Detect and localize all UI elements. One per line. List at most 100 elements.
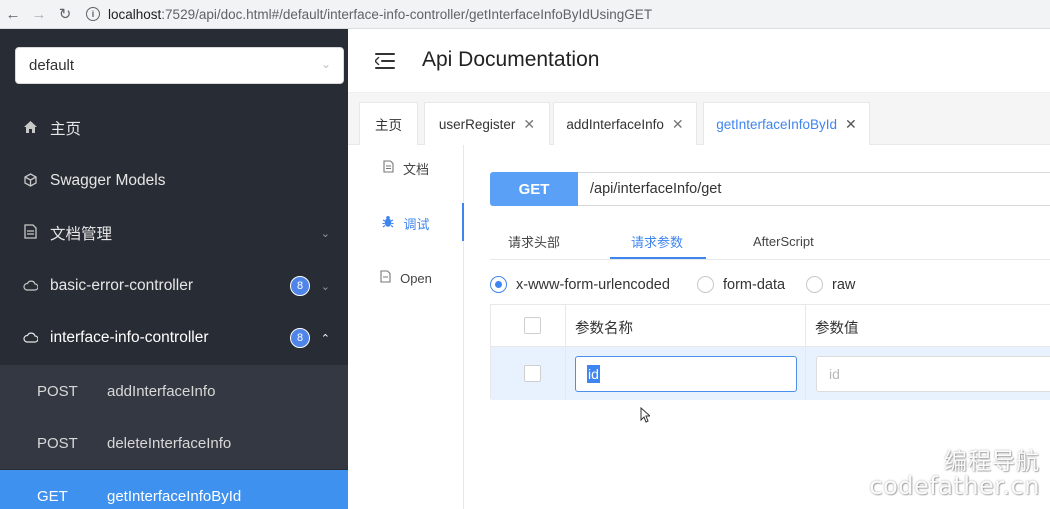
body-type-radio-group: x-www-form-urlencoded form-data raw: [490, 273, 1050, 297]
tab-label: userRegister: [438, 116, 516, 132]
table-row: id id: [491, 347, 1050, 400]
chevron-down-icon: ⌄: [320, 57, 331, 71]
subtab-afterscript[interactable]: AfterScript: [753, 222, 814, 260]
row-checkbox[interactable]: [524, 365, 541, 382]
bug-icon: [382, 215, 394, 231]
chevron-down-icon: ⌄: [320, 227, 330, 240]
sidebar: default ⌄ 主页 Swagger Models 文档管理 ⌄ basic…: [0, 29, 348, 509]
tab-bar: 主页 userRegister ✕ addInterfaceInfo ✕ get…: [348, 93, 1050, 145]
count-badge: 8: [290, 328, 310, 348]
document-icon: [383, 160, 394, 176]
operation-item[interactable]: POST deleteInterfaceInfo: [0, 417, 348, 469]
sidebar-item-label: 文档管理: [50, 226, 113, 243]
http-method: POST: [37, 382, 78, 400]
operation-name: getInterfaceInfoById: [107, 487, 242, 505]
request-path-input[interactable]: /api/interfaceInfo/get: [578, 172, 1050, 206]
sidebar-item-swagger-models[interactable]: Swagger Models: [0, 155, 348, 207]
reload-button[interactable]: ↻: [52, 0, 78, 29]
tab-add-interface-info[interactable]: addInterfaceInfo ✕: [553, 102, 697, 145]
side-tab-label: 调试: [403, 216, 430, 232]
http-method: GET: [37, 487, 68, 505]
group-select[interactable]: default ⌄: [15, 47, 344, 84]
document-icon: [23, 224, 37, 242]
radio-urlencoded[interactable]: x-www-form-urlencoded: [490, 276, 670, 293]
watermark-text: 编程导航: [944, 449, 1040, 475]
tab-user-register[interactable]: userRegister ✕: [424, 102, 550, 145]
side-tab-open[interactable]: Open: [348, 258, 464, 298]
active-tab-indicator: [462, 203, 464, 241]
cloud-icon: [23, 279, 39, 294]
sidebar-item-doc-management[interactable]: 文档管理 ⌄: [0, 207, 348, 259]
close-icon[interactable]: ✕: [845, 116, 857, 133]
side-tabs: 文档 调试 Open: [348, 145, 464, 509]
tab-label: addInterfaceInfo: [566, 116, 664, 132]
request-url-row: GET /api/interfaceInfo/get: [490, 172, 1050, 206]
operation-item[interactable]: POST addInterfaceInfo: [0, 365, 348, 417]
sidebar-item-label: 主页: [50, 121, 82, 138]
subtab-params[interactable]: 请求参数: [631, 222, 683, 260]
table-header: 参数名称 参数值: [491, 305, 1050, 347]
request-sub-tabs: 请求头部 请求参数 AfterScript: [490, 222, 1050, 260]
home-icon: [23, 120, 37, 136]
param-name-input[interactable]: id: [575, 356, 797, 392]
close-icon[interactable]: ✕: [523, 116, 535, 133]
page-title: Api Documentation: [422, 48, 600, 71]
file-icon: [380, 270, 391, 286]
subtab-headers[interactable]: 请求头部: [508, 222, 560, 260]
mouse-cursor-icon: [640, 407, 650, 423]
radio-circle[interactable]: [806, 276, 823, 293]
radio-label: form-data: [723, 276, 786, 293]
page-header: Api Documentation: [348, 29, 1050, 93]
tab-label: 主页: [375, 118, 402, 133]
count-badge: 8: [290, 276, 310, 296]
radio-form-data[interactable]: form-data: [697, 276, 785, 293]
operation-item-active[interactable]: GET getInterfaceInfoById: [0, 470, 348, 509]
side-tab-label: 文档: [402, 161, 429, 177]
browser-toolbar: ← → ↻ i localhost:7529/api/doc.html#/def…: [0, 0, 1050, 29]
cloud-icon: [23, 331, 39, 346]
url-text: localhost:7529/api/doc.html#/default/int…: [108, 7, 652, 22]
menu-toggle-icon[interactable]: [375, 51, 397, 71]
tab-get-interface-info-by-id[interactable]: getInterfaceInfoById ✕: [703, 102, 870, 145]
sidebar-item-basic-error-controller[interactable]: basic-error-controller 8 ⌄: [0, 260, 348, 312]
url-path: :7529/api/doc.html#/default/interface-in…: [161, 6, 653, 22]
column-divider: [805, 305, 806, 400]
url-host: localhost: [108, 6, 162, 22]
radio-circle[interactable]: [697, 276, 714, 293]
column-divider: [565, 305, 566, 400]
sidebar-item-label: Swagger Models: [50, 172, 166, 189]
tab-label: getInterfaceInfoById: [716, 116, 838, 132]
chevron-down-icon: ⌄: [320, 280, 330, 293]
side-tab-label: Open: [400, 270, 432, 286]
radio-label: raw: [832, 276, 856, 293]
address-bar[interactable]: i localhost:7529/api/doc.html#/default/i…: [86, 0, 652, 29]
side-tab-doc[interactable]: 文档: [348, 148, 464, 188]
group-select-value: default: [29, 57, 75, 74]
back-button[interactable]: ←: [0, 0, 26, 29]
selected-text: id: [587, 365, 600, 383]
tab-home[interactable]: 主页: [359, 102, 418, 145]
main-content: Api Documentation 主页 userRegister ✕ addI…: [348, 29, 1050, 509]
column-header-name: 参数名称: [575, 321, 633, 337]
radio-label: x-www-form-urlencoded: [516, 276, 670, 293]
sidebar-item-home[interactable]: 主页: [0, 102, 348, 154]
operation-name: deleteInterfaceInfo: [107, 434, 232, 452]
param-value-input[interactable]: id: [816, 356, 1050, 392]
cube-icon: [23, 172, 37, 190]
watermark-url: codefather.cn: [869, 472, 1040, 500]
column-header-value: 参数值: [815, 321, 859, 337]
side-tab-debug[interactable]: 调试: [348, 203, 464, 243]
params-table: 参数名称 参数值 id id: [490, 304, 1050, 400]
http-method: POST: [37, 434, 78, 452]
radio-raw[interactable]: raw: [806, 276, 855, 293]
forward-button[interactable]: →: [26, 0, 52, 29]
select-all-checkbox[interactable]: [524, 317, 541, 334]
info-icon[interactable]: i: [86, 7, 100, 21]
method-select[interactable]: GET: [490, 172, 578, 206]
operation-name: addInterfaceInfo: [107, 382, 216, 400]
subtab-indicator: [610, 257, 706, 259]
radio-circle[interactable]: [490, 276, 507, 293]
sidebar-item-interface-info-controller[interactable]: interface-info-controller 8 ⌃: [0, 312, 348, 364]
chevron-up-icon: ⌃: [320, 332, 330, 345]
close-icon[interactable]: ✕: [672, 116, 684, 133]
